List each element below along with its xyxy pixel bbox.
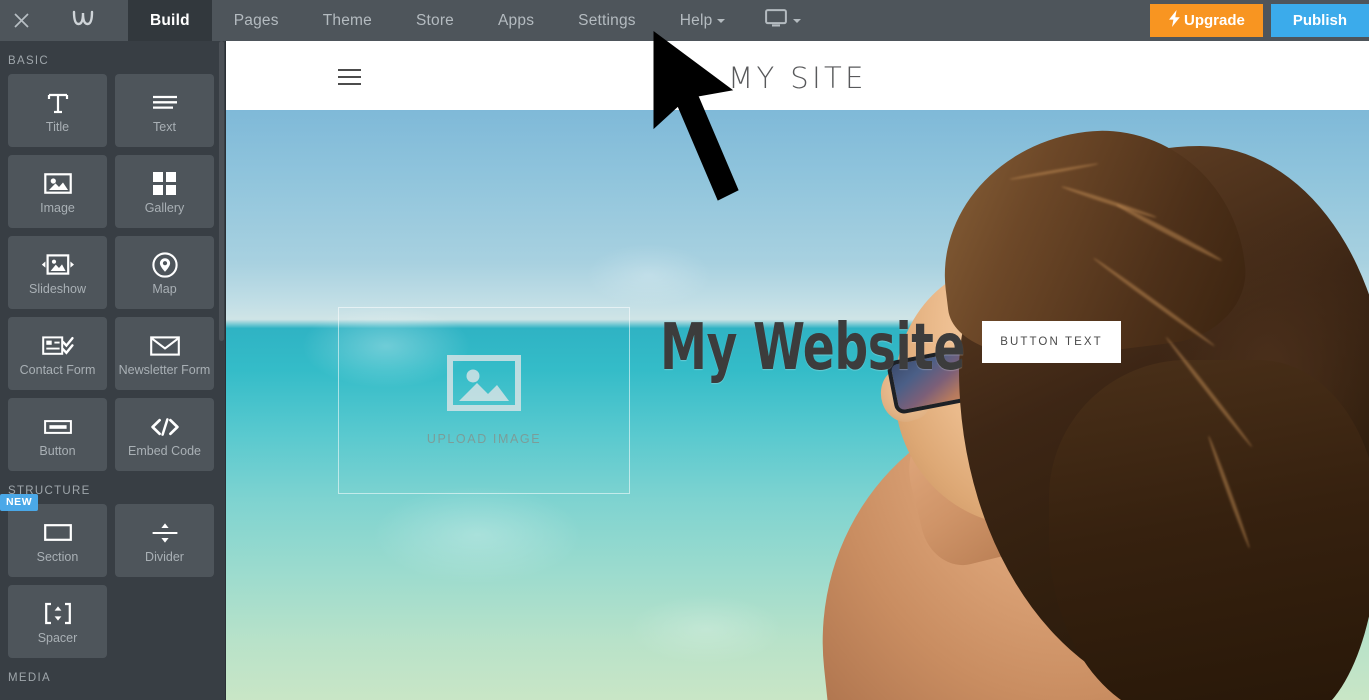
hero-heading[interactable]: My Website (660, 311, 965, 385)
element-card-embed-code-label: Embed Code (128, 443, 201, 458)
element-card-spacer[interactable]: Spacer (8, 585, 107, 658)
upgrade-button-label: Upgrade (1183, 12, 1245, 29)
publish-button[interactable]: Publish (1270, 4, 1369, 37)
hero-photo-subject (809, 110, 1369, 700)
element-card-embed-code[interactable]: Embed Code (115, 398, 214, 471)
element-card-divider-label: Divider (145, 549, 184, 564)
device-preview-button[interactable] (747, 0, 817, 41)
spacer-expand-icon (44, 599, 72, 629)
element-card-slideshow-label: Slideshow (29, 281, 86, 296)
weebly-logo-button[interactable] (42, 0, 128, 41)
chevron-down-icon (717, 18, 726, 23)
close-editor-button[interactable] (0, 0, 42, 41)
tab-help[interactable]: Help (658, 0, 748, 41)
tab-apps[interactable]: Apps (476, 0, 556, 41)
basic-element-grid: Title Text Image Gallery Slideshow Map C… (0, 74, 226, 471)
structure-element-grid: NEW Section Divider Spacer (0, 494, 226, 658)
tab-theme-label: Theme (322, 11, 372, 29)
sidebar-scroll-container: BASIC Title Text Image Gallery Slideshow… (0, 41, 226, 691)
image-upload-placeholder-label: UPLOAD IMAGE (426, 432, 542, 446)
chevron-down-icon (793, 18, 802, 23)
hero-section: UPLOAD IMAGE My Website BUTTON TEXT (226, 110, 1369, 700)
site-preview-canvas: MY SITE UPLOAD IMAGE My Website BUTTON T… (226, 41, 1369, 700)
text-lines-icon (151, 88, 179, 118)
site-header: MY SITE (226, 41, 1369, 110)
button-pill-icon (43, 412, 72, 442)
new-badge: NEW (0, 494, 39, 511)
element-card-map[interactable]: Map (115, 236, 214, 309)
tab-store[interactable]: Store (394, 0, 476, 41)
tab-pages-label: Pages (233, 11, 279, 29)
gallery-grid-icon (152, 169, 177, 199)
element-card-contact-form[interactable]: Contact Form (8, 317, 107, 390)
element-card-button-label: Button (39, 443, 76, 458)
tab-theme[interactable]: Theme (301, 0, 394, 41)
element-card-image[interactable]: Image (8, 155, 107, 228)
element-card-title[interactable]: Title (8, 74, 107, 147)
lightning-bolt-icon (1168, 10, 1181, 31)
image-upload-placeholder-icon (447, 355, 521, 416)
image-picture-icon (43, 169, 72, 199)
upgrade-button[interactable]: Upgrade (1149, 4, 1263, 37)
map-pin-icon (151, 250, 178, 280)
weebly-logo-icon (72, 8, 98, 33)
envelope-icon (149, 331, 180, 361)
element-card-title-label: Title (45, 119, 70, 134)
subject-hair-fall (1049, 360, 1369, 700)
section-header-media: MEDIA (8, 672, 51, 684)
tab-help-label: Help (679, 11, 713, 29)
element-card-newsletter-form[interactable]: Newsletter Form (115, 317, 214, 390)
image-upload-placeholder[interactable]: UPLOAD IMAGE (338, 307, 630, 494)
section-header-basic: BASIC (8, 55, 50, 67)
tab-build[interactable]: Build (128, 0, 212, 41)
element-card-text-label: Text (153, 119, 176, 134)
tab-apps-label: Apps (498, 11, 535, 29)
title-t-icon (45, 88, 71, 118)
element-card-newsletter-form-label: Newsletter Form (118, 362, 211, 377)
tab-store-label: Store (415, 11, 455, 29)
element-card-text[interactable]: Text (115, 74, 214, 147)
element-card-slideshow[interactable]: Slideshow (8, 236, 107, 309)
element-card-contact-form-label: Contact Form (19, 362, 96, 377)
top-toolbar: Build Pages Theme Store Apps Settings He… (0, 0, 1369, 41)
main-nav-tabs: Build Pages Theme Store Apps Settings He… (128, 0, 747, 41)
desktop-monitor-icon (765, 9, 788, 32)
slideshow-arrows-icon (41, 250, 75, 280)
close-icon (13, 12, 30, 29)
hero-cta-button[interactable]: BUTTON TEXT (982, 321, 1121, 363)
hero-cta-button-label: BUTTON TEXT (1000, 336, 1103, 348)
element-sidebar: BASIC Title Text Image Gallery Slideshow… (0, 41, 226, 700)
tab-build-label: Build (150, 11, 190, 29)
publish-button-label: Publish (1292, 12, 1347, 29)
section-rectangle-icon (43, 518, 72, 548)
element-card-gallery-label: Gallery (144, 200, 185, 215)
element-card-divider[interactable]: Divider (115, 504, 214, 577)
tab-settings[interactable]: Settings (556, 0, 658, 41)
tab-settings-label: Settings (578, 11, 636, 29)
element-card-section-label: Section (36, 549, 79, 564)
divider-updown-icon (151, 518, 179, 548)
element-card-gallery[interactable]: Gallery (115, 155, 214, 228)
site-title[interactable]: MY SITE (226, 61, 1369, 95)
element-card-button[interactable]: Button (8, 398, 107, 471)
code-brackets-icon (150, 412, 180, 442)
element-card-spacer-label: Spacer (37, 630, 78, 645)
element-card-map-label: Map (152, 281, 177, 296)
tab-pages[interactable]: Pages (212, 0, 301, 41)
contact-form-check-icon (41, 331, 74, 361)
element-card-section[interactable]: NEW Section (0, 494, 107, 577)
element-card-image-label: Image (40, 200, 75, 215)
sidebar-scrollbar[interactable] (219, 41, 224, 341)
